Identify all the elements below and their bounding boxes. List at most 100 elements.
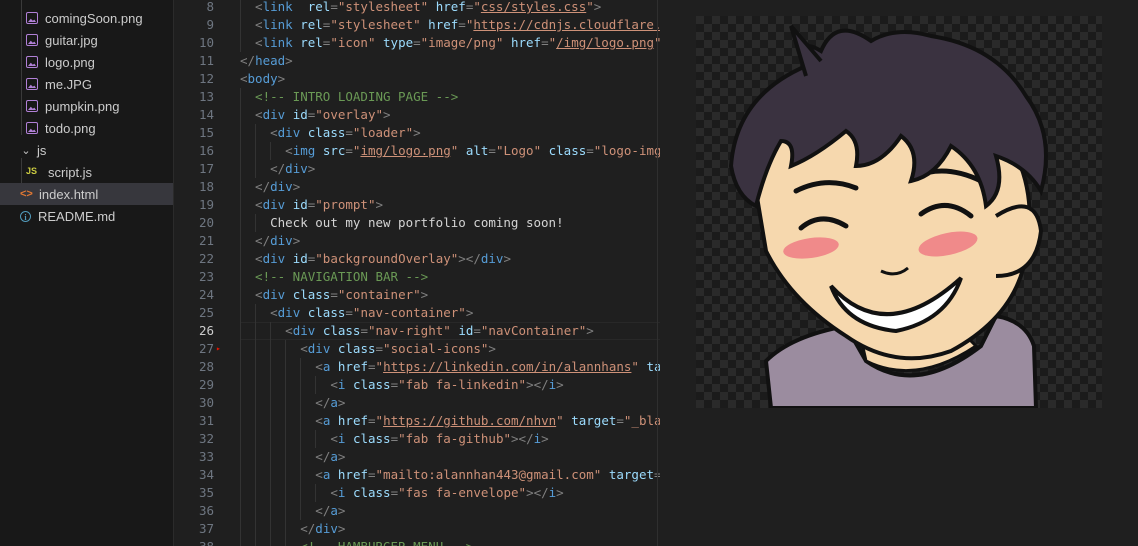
code-token: =: [458, 17, 466, 32]
code-token: "_bla: [623, 413, 660, 428]
code-token: src: [322, 143, 346, 158]
line-number: 21: [198, 233, 214, 248]
code-token: =: [345, 125, 353, 140]
file-item[interactable]: me.JPG: [0, 73, 173, 95]
code-token: >: [277, 71, 286, 86]
indent-guide: [255, 448, 257, 466]
code-line[interactable]: 30 </a>: [174, 394, 660, 412]
file-item[interactable]: pumpkin.png: [0, 95, 173, 117]
file-item[interactable]: logo.png: [0, 51, 173, 73]
breakpoint-marker-icon[interactable]: ▸: [216, 340, 221, 358]
file-item-label: README.md: [38, 208, 116, 224]
code-line[interactable]: 12 <body>: [174, 70, 660, 88]
code-line[interactable]: 10 <link rel="icon" type="image/png" href…: [174, 34, 660, 52]
code-line[interactable]: 28 <a href="https://linkedin.com/in/alann…: [174, 358, 660, 376]
code-line[interactable]: 32 <i class="fab fa-github"></i>: [174, 430, 660, 448]
indent-guide: [240, 394, 241, 412]
code-line[interactable]: 14 <div id="overlay">: [174, 106, 660, 124]
file-item[interactable]: JS script.js: [0, 161, 173, 183]
indent-guide: [300, 466, 302, 484]
code-token: >: [337, 503, 346, 518]
file-item[interactable]: ⌄ js: [0, 139, 173, 161]
indent-guide: [240, 16, 241, 34]
code-line[interactable]: 20 Check out my new portfolio coming soon…: [174, 214, 660, 232]
file-item[interactable]: comingSoon.png: [0, 7, 173, 29]
code-token: "fab fa-github": [398, 431, 512, 446]
line-number: 24: [198, 287, 214, 302]
javascript-file-icon: JS: [26, 166, 38, 176]
code-line[interactable]: 13 <!-- INTRO LOADING PAGE -->: [174, 88, 660, 106]
code-token: class: [352, 377, 391, 392]
code-token: ": [473, 0, 481, 14]
indent-guide: [255, 520, 257, 538]
code-line[interactable]: 33 </a>: [174, 448, 660, 466]
code-token: https://cdnjs.cloudflare.: [473, 17, 660, 32]
code-token: "icon": [330, 35, 376, 50]
code-token: <: [255, 0, 263, 14]
indent-guide: [300, 484, 302, 502]
code-line[interactable]: 29 <i class="fab fa-linkedin"></i>: [174, 376, 660, 394]
code-token: img/logo.png: [360, 143, 451, 158]
code-line[interactable]: 37 </div>: [174, 520, 660, 538]
code-line[interactable]: 21 </div>: [174, 232, 660, 250]
code-line[interactable]: 11 </head>: [174, 52, 660, 70]
code-line[interactable]: 31 <a href="https://github.com/nhvn" targ…: [174, 412, 660, 430]
code-line[interactable]: 15 <div class="loader">: [174, 124, 660, 142]
indent-guide: [240, 142, 241, 160]
code-line[interactable]: 22 <div id="backgroundOverlay"></div>: [174, 250, 660, 268]
editor-split-divider[interactable]: [657, 0, 658, 546]
code-line[interactable]: 16 <img src="img/logo.png" alt="Logo" cla…: [174, 142, 660, 160]
code-token: class: [307, 125, 346, 140]
file-item[interactable]: <> index.html: [0, 183, 173, 205]
code-text: <i class="fas fa-envelope"></i>: [330, 484, 563, 502]
code-line[interactable]: 34 <a href="mailto:alannhan443@gmail.com"…: [174, 466, 660, 484]
code-line[interactable]: 9 <link rel="stylesheet" href="https://cd…: [174, 16, 660, 34]
file-item[interactable]: todo.png: [0, 117, 173, 139]
code-token: >: [337, 449, 346, 464]
indent-guide: [255, 412, 257, 430]
line-number: 16: [198, 143, 214, 158]
code-line[interactable]: 18 </div>: [174, 178, 660, 196]
file-item[interactable]: i README.md: [0, 205, 173, 227]
code-token: img: [292, 143, 316, 158]
code-line[interactable]: 17 </div>: [174, 160, 660, 178]
code-line[interactable]: 36 </a>: [174, 502, 660, 520]
indent-guide: [300, 448, 302, 466]
line-number: 15: [198, 125, 214, 140]
code-line[interactable]: 24 <div class="container">: [174, 286, 660, 304]
indent-guide: [270, 538, 272, 546]
code-line[interactable]: 25 <div class="nav-container">: [174, 304, 660, 322]
code-token: class: [548, 143, 587, 158]
code-token: =: [390, 377, 399, 392]
indent-guide: [270, 358, 272, 376]
indent-guide: [255, 358, 257, 376]
code-editor[interactable]: 8 <link rel="stylesheet" href="css/styles…: [174, 0, 660, 546]
indent-guide: [240, 88, 241, 106]
code-line[interactable]: 23 <!-- NAVIGATION BAR -->: [174, 268, 660, 286]
file-item[interactable]: guitar.jpg: [0, 29, 173, 51]
code-token: =: [368, 413, 376, 428]
line-number: 37: [198, 521, 214, 536]
code-token: >: [285, 53, 293, 68]
code-token: <: [270, 305, 278, 320]
code-line[interactable]: 26 <div class="nav-right" id="navContaine…: [174, 322, 660, 340]
line-number: 30: [198, 395, 214, 410]
code-token: <: [255, 17, 263, 32]
code-token: </: [300, 521, 316, 536]
code-token: >: [488, 341, 496, 356]
line-number: 19: [198, 197, 214, 212]
code-text: </div>: [255, 232, 300, 250]
code-token: type: [383, 35, 414, 50]
code-line[interactable]: 8 <link rel="stylesheet" href="css/styles…: [174, 0, 660, 16]
code-line[interactable]: 38 <!-- HAMBURGER MENU -->: [174, 538, 660, 546]
code-text: </div>: [255, 178, 300, 196]
indent-guide: [240, 448, 241, 466]
code-text: <div class="nav-container">: [270, 304, 473, 322]
code-line[interactable]: 19 <div id="prompt">: [174, 196, 660, 214]
code-line[interactable]: 27 ▸ <div class="social-icons">: [174, 340, 660, 358]
code-line[interactable]: 35 <i class="fas fa-envelope"></i>: [174, 484, 660, 502]
code-token: >: [413, 125, 421, 140]
